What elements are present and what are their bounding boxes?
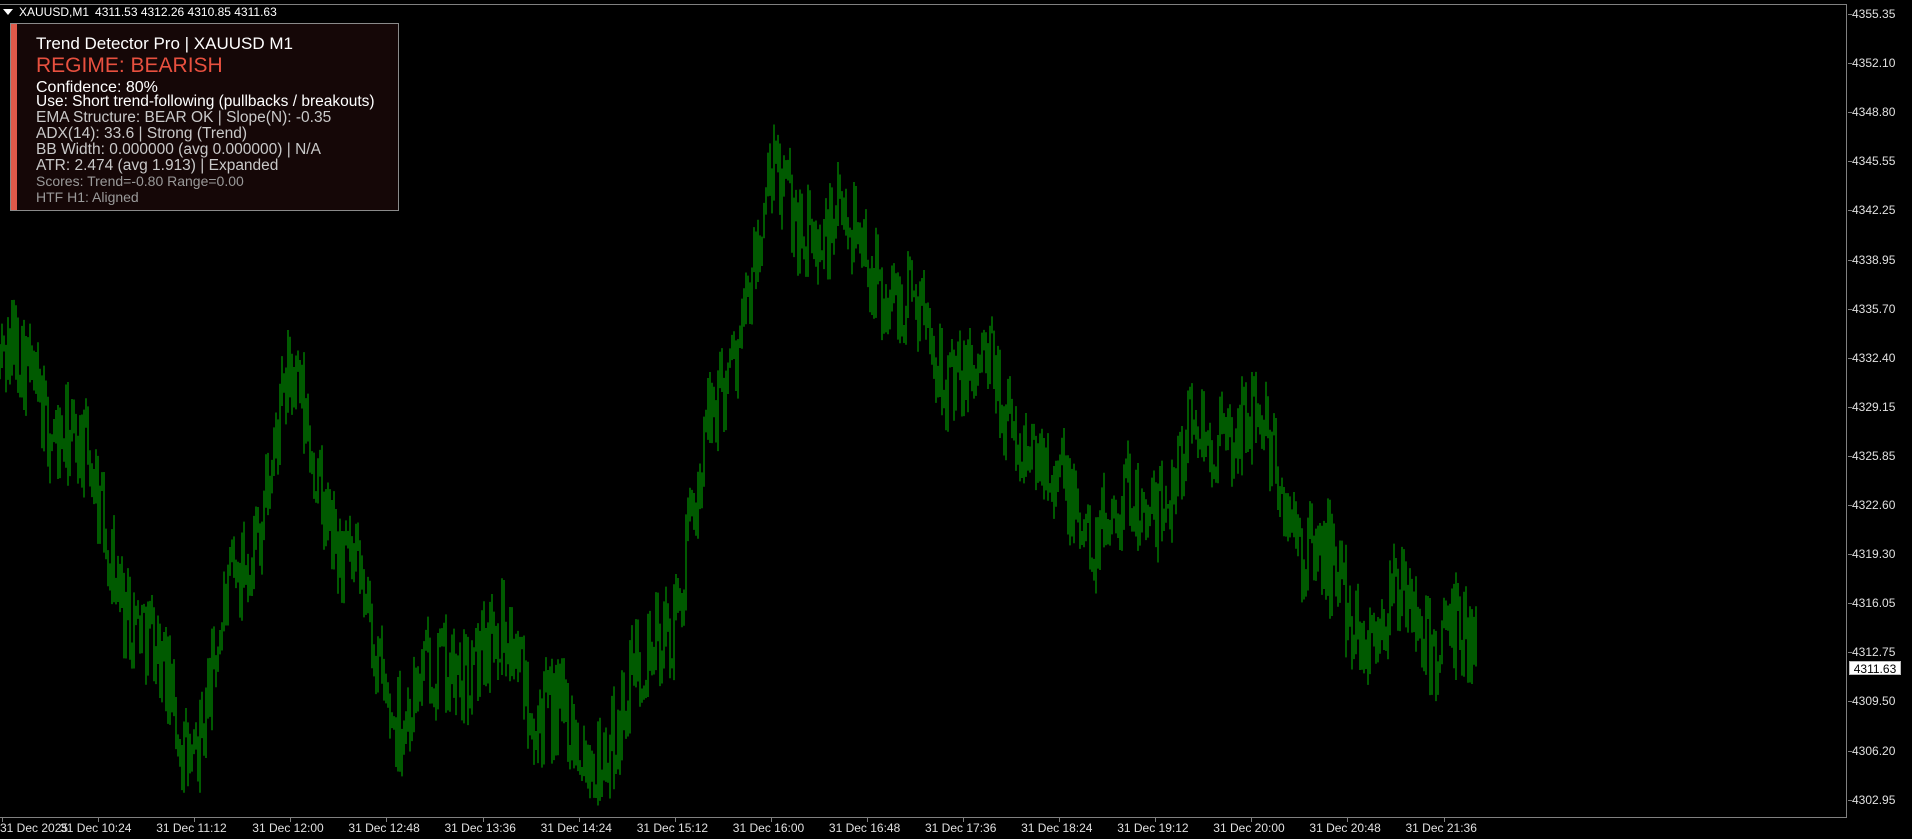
price-tick-label: 4345.55 (1852, 154, 1896, 169)
price-tick-label: 4342.25 (1852, 203, 1896, 218)
price-tick-label: 4319.30 (1852, 547, 1896, 562)
time-tick-label: 31 Dec 12:48 (348, 821, 420, 835)
time-tick-label: 31 Dec 19:12 (1117, 821, 1189, 835)
time-tick-label: 31 Dec 15:12 (636, 821, 709, 835)
price-tick-label: 4325.85 (1852, 448, 1896, 463)
time-tick-label: 31 Dec 14:24 (540, 821, 612, 835)
price-tick-label: 4316.05 (1852, 596, 1896, 611)
symbol-label: XAUUSD,M1 (19, 5, 90, 19)
price-tick-label: 4302.95 (1852, 792, 1896, 807)
ohlc-values: 4311.53 4312.26 4310.85 4311.63 (95, 5, 277, 19)
time-tick-label: 31 Dec 21:36 (1405, 821, 1477, 835)
current-price-label: 4311.63 (1849, 661, 1901, 676)
time-tick-label: 31 Dec 20:48 (1309, 821, 1381, 835)
price-tick-label: 4312.75 (1852, 645, 1896, 660)
symbol-header: XAUUSD,M1 4311.53 4312.26 4310.85 4311.6… (2, 5, 277, 19)
price-tick-label: 4352.10 (1852, 56, 1896, 71)
price-tick-label: 4335.70 (1852, 301, 1896, 316)
time-tick-label: 31 Dec 13:36 (444, 821, 516, 835)
chevron-down-icon[interactable] (3, 9, 13, 15)
panel-accent-bar (11, 24, 17, 210)
regime-label: REGIME: BEARISH (36, 54, 223, 77)
panel-title: Trend Detector Pro | XAUUSD M1 (36, 34, 293, 53)
htf-text: HTF H1: Aligned (36, 189, 139, 205)
scores-text: Scores: Trend=-0.80 Range=0.00 (36, 173, 244, 189)
trend-detector-panel: Trend Detector Pro | XAUUSD M1 REGIME: B… (10, 23, 399, 211)
time-tick-label: 31 Dec 16:00 (732, 821, 805, 835)
time-tick-label: 31 Dec 20:00 (1213, 821, 1285, 835)
price-tick-label: 4306.20 (1852, 743, 1896, 758)
time-tick-label: 31 Dec 11:12 (156, 821, 227, 835)
price-tick-label: 4348.80 (1852, 105, 1896, 120)
time-tick-label: 31 Dec 17:36 (925, 821, 997, 835)
time-tick-label: 31 Dec 16:48 (828, 821, 901, 835)
price-tick-label: 4332.40 (1852, 350, 1896, 365)
price-tick-label: 4355.35 (1852, 7, 1896, 21)
time-tick-label: 31 Dec 2025 (0, 821, 69, 835)
price-tick-label: 4338.95 (1852, 252, 1896, 267)
price-tick-label: 4329.15 (1852, 399, 1896, 414)
time-tick-label: 31 Dec 12:00 (252, 821, 324, 835)
price-tick-label: 4322.60 (1852, 498, 1896, 512)
time-tick-label: 31 Dec 10:24 (60, 821, 132, 835)
time-tick-label: 31 Dec 18:24 (1021, 821, 1093, 835)
price-tick-label: 4309.50 (1852, 694, 1896, 709)
